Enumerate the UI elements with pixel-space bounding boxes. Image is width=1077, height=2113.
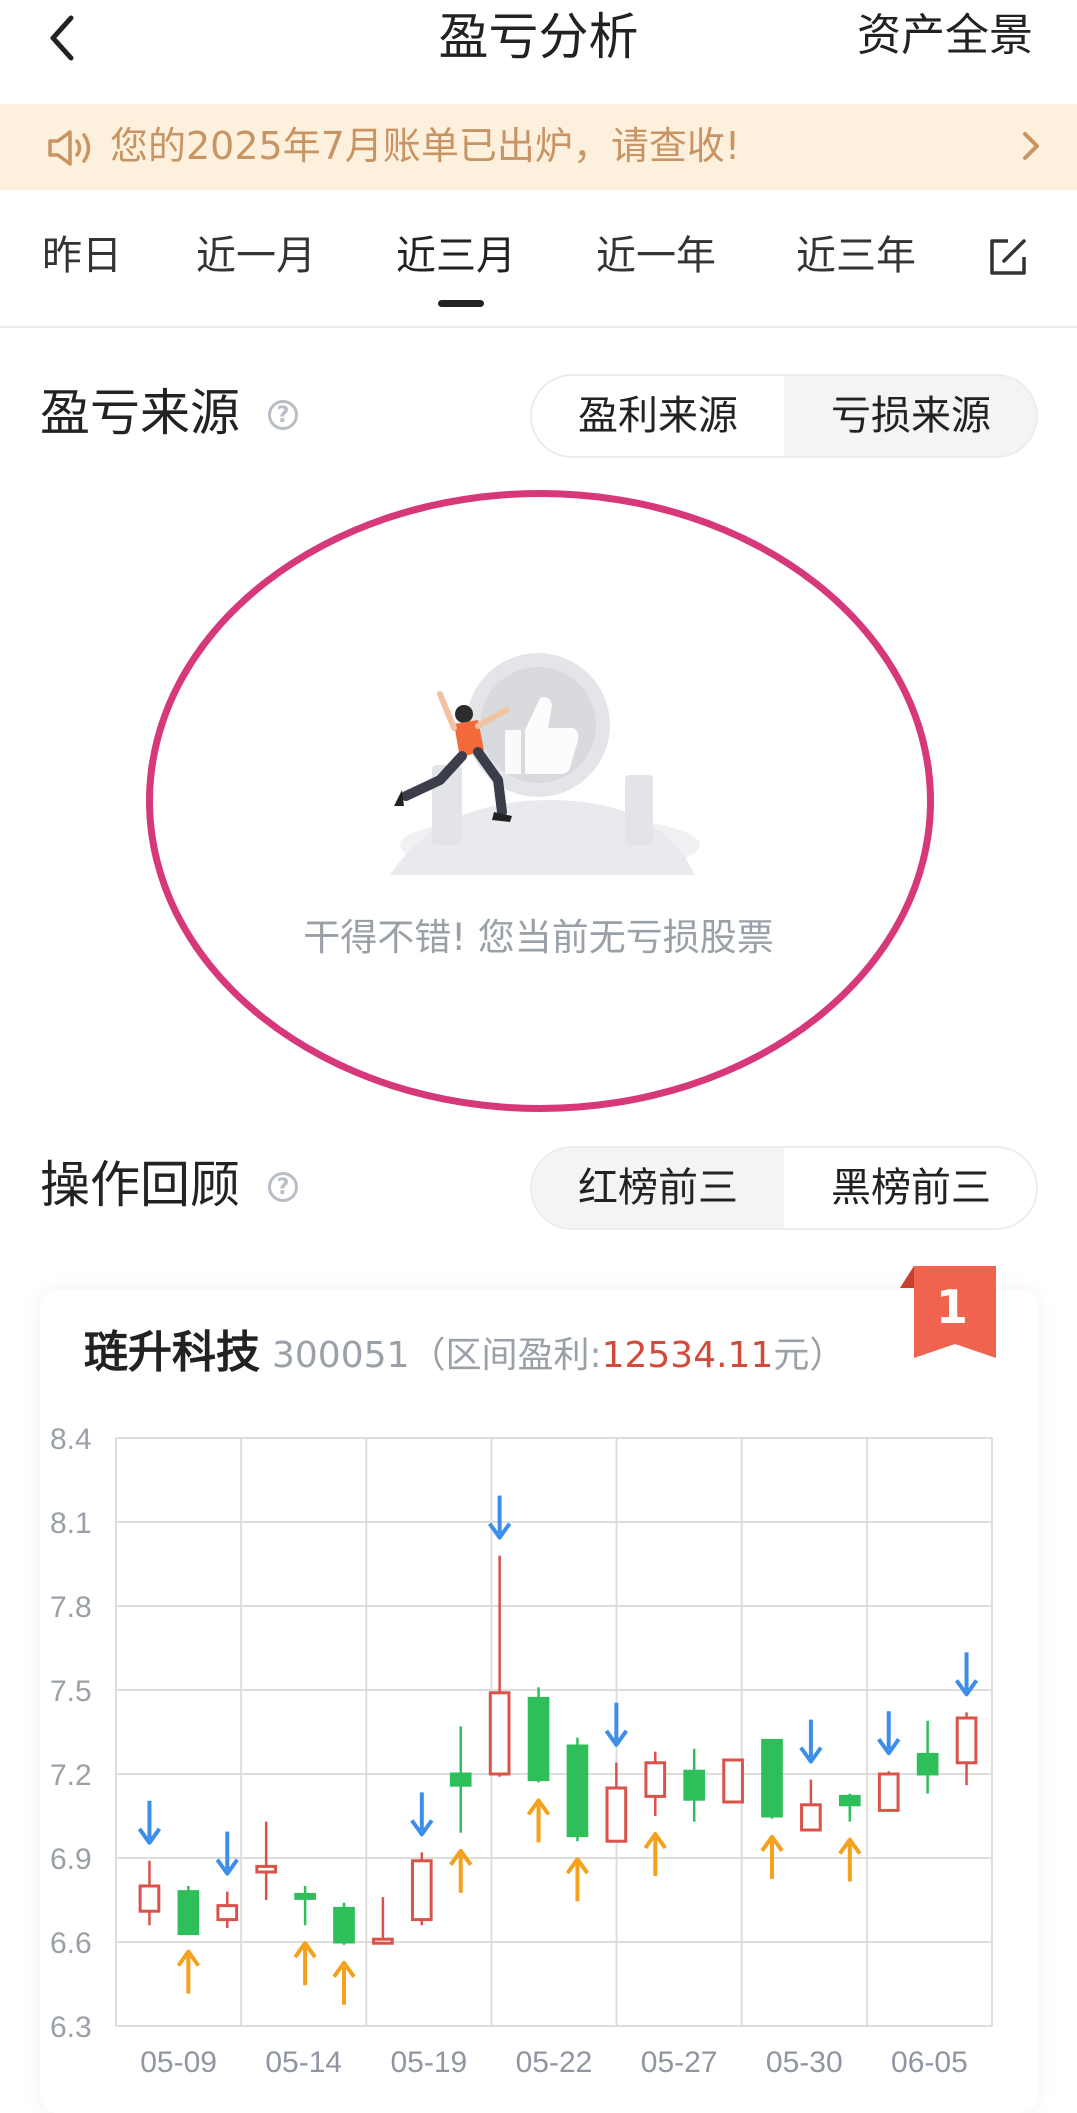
candle-body — [761, 1738, 783, 1818]
app-header: 盈亏分析 资产全景 — [0, 0, 1077, 104]
review-toggle: 红榜前三 黑榜前三 — [530, 1146, 1038, 1230]
x-tick-label: 06-05 — [891, 2046, 968, 2079]
asset-overview-link[interactable]: 资产全景 — [857, 6, 1033, 66]
y-tick-label: 7.8 — [50, 1591, 92, 1624]
y-tick-label: 7.5 — [50, 1675, 92, 1708]
y-tick-label: 6.9 — [50, 1843, 92, 1876]
y-tick-label: 7.2 — [50, 1759, 92, 1792]
stock-summary: 琏升科技 300051（区间盈利:12534.11元） — [84, 1320, 845, 1395]
x-tick-label: 05-09 — [140, 2046, 217, 2079]
x-tick-label: 05-14 — [265, 2046, 342, 2079]
tab-last-three-months[interactable]: 近三月 — [396, 228, 516, 284]
profit-source-title: 盈亏来源 — [40, 384, 240, 442]
black-list-top3-option[interactable]: 黑榜前三 — [784, 1148, 1036, 1228]
candle-body — [255, 1864, 278, 1874]
period-tabs: 昨日 近一月 近三月 近一年 近三年 — [0, 190, 1077, 328]
candle-body — [644, 1761, 667, 1798]
x-tick-label: 05-22 — [516, 2046, 593, 2079]
tab-last-year[interactable]: 近一年 — [596, 228, 716, 284]
candle-body — [410, 1859, 433, 1922]
candlestick-chart: 8.4 8.1 7.8 7.5 7.2 6.9 6.6 6.3 05-09 05-14 05-19 0… — [50, 1423, 993, 2079]
interval-profit-value: 12534.11 — [601, 1335, 774, 1376]
chevron-right-icon — [1023, 132, 1039, 160]
candle-body — [955, 1716, 978, 1765]
profit-label: （区间盈利: — [409, 1335, 602, 1376]
profit-source-toggle: 盈利来源 亏损来源 — [530, 374, 1038, 458]
empty-state-text: 干得不错! 您当前无亏损股票 — [303, 916, 774, 959]
candle-body — [800, 1803, 822, 1832]
candle-body — [838, 1794, 861, 1807]
candle-body — [566, 1744, 589, 1838]
x-tick-label: 05-19 — [390, 2046, 467, 2079]
help-icon[interactable]: ? — [268, 400, 298, 430]
profit-unit: 元） — [773, 1335, 846, 1376]
candle-body — [372, 1937, 394, 1945]
profit-source-option[interactable]: 盈利来源 — [532, 376, 784, 456]
review-title: 操作回顾 — [40, 1156, 240, 1214]
help-icon[interactable]: ? — [268, 1172, 298, 1202]
active-tab-indicator — [438, 300, 484, 307]
y-tick-label: 6.6 — [50, 1927, 92, 1960]
tab-last-month[interactable]: 近一月 — [196, 228, 316, 284]
candle-body — [722, 1758, 744, 1804]
loss-source-option[interactable]: 亏损来源 — [784, 376, 1036, 456]
y-tick-label: 6.3 — [50, 2011, 92, 2044]
candle-body — [605, 1786, 628, 1843]
x-tick-label: 05-30 — [766, 2046, 843, 2079]
rank-number: 1 — [935, 1280, 968, 1334]
stock-name: 琏升科技 — [84, 1327, 260, 1378]
candle-body — [177, 1890, 200, 1936]
candle-body — [333, 1906, 355, 1944]
bill-notice-banner[interactable]: 您的2025年7月账单已出炉，请查收! — [0, 104, 1077, 190]
tab-last-three-years[interactable]: 近三年 — [796, 228, 916, 284]
red-list-top3-option[interactable]: 红榜前三 — [532, 1148, 784, 1228]
x-tick-label: 05-27 — [641, 2046, 718, 2079]
stock-code: 300051 — [272, 1335, 410, 1376]
banner-text: 您的2025年7月账单已出炉，请查收! — [110, 124, 741, 168]
candle-body — [449, 1772, 472, 1787]
candle-body — [916, 1752, 939, 1776]
speaker-icon — [48, 130, 91, 166]
candle-body — [488, 1691, 511, 1776]
candle-body — [683, 1769, 706, 1801]
candle-body — [527, 1696, 550, 1782]
tab-yesterday[interactable]: 昨日 — [42, 228, 122, 284]
thumbs-up-illustration — [390, 653, 700, 875]
candle-body — [216, 1904, 239, 1922]
candle-body — [138, 1884, 161, 1913]
y-tick-label: 8.1 — [50, 1507, 92, 1540]
page: 盈亏分析 资产全景 您的2025年7月账单已出炉，请查收! 昨日 近一月 近三月… — [0, 0, 1077, 2113]
candle-body — [877, 1772, 900, 1812]
candle-body — [294, 1892, 316, 1900]
y-tick-label: 8.4 — [50, 1423, 92, 1456]
edit-icon[interactable] — [986, 235, 1030, 279]
